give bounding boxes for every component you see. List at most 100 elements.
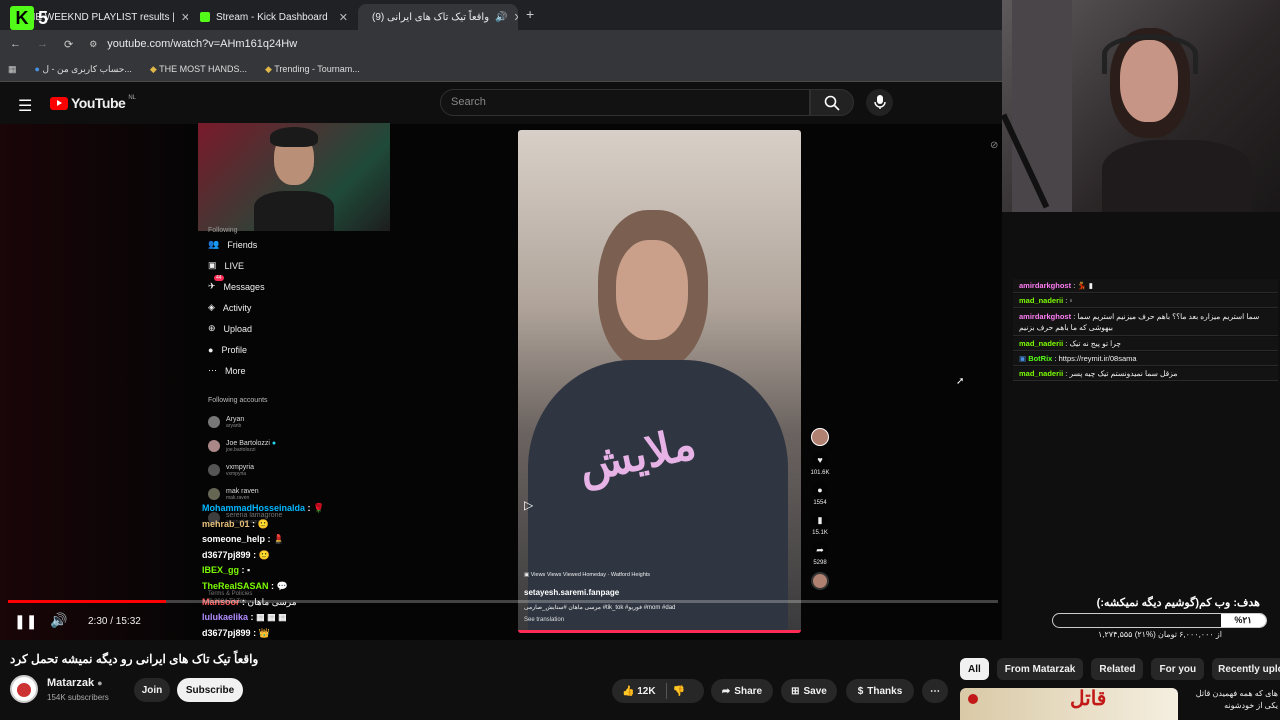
channel-avatar[interactable] [10, 675, 38, 703]
chat-user: d3677pj899 [202, 549, 251, 560]
menu-icon[interactable]: ☰ [18, 96, 32, 116]
tab-label: (9) واقعاً تیک تاک های ایرانی [372, 11, 490, 23]
tiktok-nav-following[interactable]: Following [208, 226, 378, 234]
mouse-cursor-icon: ▷ [524, 498, 534, 512]
volume-button[interactable]: 🔊 [50, 612, 67, 629]
bookmark-item[interactable]: ◆ Trending - Tournam... [265, 64, 360, 75]
share-button[interactable]: ➦ Share [711, 679, 773, 703]
tiktok-actions: ♥ 101.6K ● 1554 ▮ 15.1K ➦ 5298 [810, 428, 830, 590]
following-account[interactable]: Aryan aryanb [208, 410, 378, 434]
bookmark-item[interactable]: ● حساب کاربری من - ل... [35, 64, 132, 75]
site-info-icon[interactable]: ⚙ [89, 39, 97, 50]
kick-overlay-number: 5 [38, 8, 49, 28]
tab-youtube[interactable]: (9) واقعاً تیک تاک های ایرانی 🔊 ✕ [358, 4, 518, 30]
forward-icon[interactable]: → [37, 38, 48, 50]
like-action[interactable]: ♥ 101.6K [810, 452, 830, 476]
subscribe-button[interactable]: Subscribe [177, 678, 243, 702]
tab-kick[interactable]: Stream - Kick Dashboard ✕ [192, 4, 356, 30]
dislike-button[interactable]: 👎 [673, 686, 685, 697]
tiktok-caption: مرسی ماهان #ستایش_صارمی #tik_tok #فوریو … [524, 605, 676, 611]
region-label: NL [128, 95, 136, 101]
close-icon[interactable]: ✕ [339, 11, 348, 24]
background-door [1012, 0, 1072, 212]
nav-label: More [225, 365, 246, 376]
channel-name[interactable]: Matarzak ● [47, 677, 103, 689]
apps-icon[interactable]: ▦ [8, 64, 17, 75]
following-account[interactable]: vxmpyria vxmpyria [208, 458, 378, 482]
save-action[interactable]: ▮ 15.1K [812, 512, 828, 536]
emote-icon: 💃 ▮ [1077, 281, 1093, 290]
close-icon[interactable]: ✕ [513, 11, 518, 24]
tiktok-nav-more[interactable]: ⋯ More [208, 360, 378, 381]
voice-search-button[interactable] [866, 89, 893, 116]
account-handle: vxmpyria [226, 470, 247, 477]
avatar [208, 488, 220, 500]
bookmarks-bar: ▦ ● حساب کاربری من - ل... ◆ THE MOST HAN… [0, 58, 1002, 82]
like-count: 12K [637, 685, 656, 697]
chip-recently-uploaded[interactable]: Recently uploaded [1212, 658, 1280, 680]
share-action[interactable]: ➦ 5298 [812, 542, 828, 566]
music-disc-icon[interactable] [811, 572, 829, 590]
youtube-logo[interactable]: YouTube NL [50, 95, 136, 111]
heart-icon: ♥ [812, 452, 828, 468]
search-icon [824, 95, 840, 111]
kick-icon [200, 12, 210, 22]
streamer-webcam [1000, 0, 1280, 212]
tiktok-nav-activity[interactable]: ◈ Activity [208, 297, 378, 318]
chip-for-you[interactable]: For you [1151, 658, 1205, 680]
chat-message: mehrab_01 : 🙂 [202, 518, 269, 529]
like-button[interactable]: 👍 12K [622, 686, 656, 697]
like-count: 101.6K [810, 470, 830, 476]
tiktok-nav-friends[interactable]: 👥 Friends [208, 234, 378, 255]
new-tab-button[interactable]: + [526, 6, 534, 22]
nav-label: Activity [222, 302, 252, 313]
close-icon[interactable]: ✕ [181, 11, 188, 24]
recommendation-title[interactable]: های که همه فهمیدن قاتل یکی از خودشونه [1182, 688, 1278, 716]
bookmark-item[interactable]: ◆ THE MOST HANDS... [150, 64, 247, 75]
shirt-shape [1102, 140, 1252, 212]
tiktok-music: ▣ Views Views Viewed Homeday · Watford H… [524, 572, 650, 578]
thumbnail-text: قاتل [1070, 688, 1107, 710]
more-icon: ⋯ [208, 365, 217, 375]
avatar [208, 464, 220, 476]
see-translation-link[interactable]: See translation [524, 617, 564, 623]
creator-avatar[interactable] [811, 428, 829, 446]
streamer-facecam [198, 123, 390, 231]
tiktok-video[interactable]: ملایش ▣ Views Views Viewed Homeday · Wat… [518, 130, 801, 633]
mic-icon [873, 95, 886, 109]
chip-all[interactable]: All [960, 658, 989, 680]
search-input[interactable]: Search [440, 89, 810, 116]
tiktok-nav-live[interactable]: ▣ LIVE [208, 255, 378, 276]
comment-action[interactable]: ● 1554 [812, 482, 828, 506]
chip-from-channel[interactable]: From Matarzak [996, 658, 1084, 680]
thanks-label: Thanks [867, 685, 903, 697]
tiktok-author[interactable]: setayesh.saremi.fanpage [524, 588, 619, 597]
more-actions-button[interactable]: ⋯ [922, 679, 948, 703]
video-overlay-icon[interactable]: ⊘ [990, 140, 998, 151]
tiktok-nav-upload[interactable]: ⊕ Upload [208, 318, 378, 339]
save-button[interactable]: ⊞ Save [781, 679, 837, 703]
back-icon[interactable]: ← [10, 38, 21, 50]
following-account[interactable]: Joe Bartolozzi ● joe.bartolozzi [208, 434, 378, 458]
tiktok-nav-messages[interactable]: ✈ 44 Messages [208, 275, 378, 297]
pause-button[interactable]: ❚❚ [14, 613, 37, 630]
chat-message: d3677pj899 : 👑 [202, 627, 270, 638]
thanks-button[interactable]: $ Thanks [846, 679, 914, 703]
search-button[interactable] [810, 89, 854, 116]
chip-related[interactable]: Related [1091, 658, 1144, 680]
headphones-shape [1102, 34, 1198, 74]
stream-chat-overlay: MohammadHosseinalda : 🌹 mehrab_01 : 🙂 so… [202, 503, 402, 643]
thanks-icon: $ [857, 685, 864, 697]
chat-message: mad_naderii : ▫ [1013, 294, 1278, 308]
tiktok-nav-profile[interactable]: ● Profile [208, 339, 378, 360]
video-left-shade [0, 124, 200, 640]
join-button[interactable]: Join [134, 678, 170, 702]
url-field[interactable]: youtube.com/watch?v=AHm161q24Hw [107, 38, 297, 50]
chat-link[interactable]: https://reymit.ir/08sama [1059, 354, 1137, 363]
reload-icon[interactable]: ⟳ [64, 38, 73, 51]
recommendation-thumbnail[interactable]: قاتل [960, 688, 1178, 720]
kick-chat-overlay: amirdarkghost : 💃 ▮ mad_naderii : ▫ amir… [1013, 279, 1278, 407]
emote-icon: ▫ [1069, 296, 1073, 305]
live-icon: ▣ [208, 260, 217, 270]
bookmark-icon: ◆ [149, 64, 157, 74]
